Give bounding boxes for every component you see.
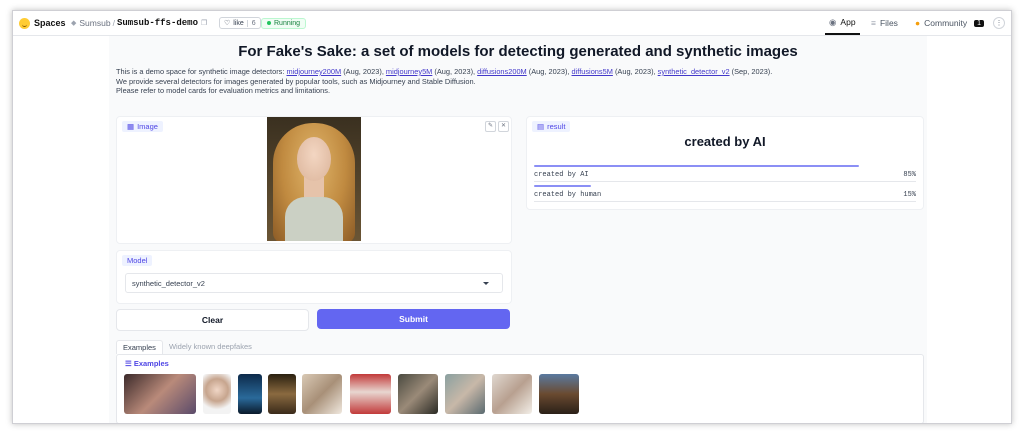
result-row-ai: created by AI 85% — [534, 171, 916, 179]
result-divider — [534, 181, 916, 182]
spaces-label: Spaces — [34, 18, 66, 28]
hf-logo-icon — [19, 17, 30, 29]
tab-deepfakes[interactable]: Widely known deepfakes — [163, 340, 258, 354]
breadcrumb: ◆ Sumsub / Sumsub-ffs-demo ❐ — [71, 11, 207, 35]
description-line-1: This is a demo space for synthetic image… — [116, 67, 773, 76]
spaces-home-link[interactable]: Spaces — [19, 11, 66, 35]
confidence-bar-human — [534, 185, 591, 187]
tab-community[interactable]: ● Community 1 — [915, 11, 985, 35]
result-row-label: created by AI — [534, 171, 589, 179]
image-label: ▦ Image — [122, 121, 163, 132]
submit-button[interactable]: Submit — [317, 309, 510, 329]
confidence-bar-ai — [534, 165, 859, 167]
tab-examples[interactable]: Examples — [116, 340, 163, 354]
chevron-down-icon — [483, 282, 489, 285]
list-icon: ☰ — [125, 359, 134, 368]
browser-frame: Spaces ◆ Sumsub / Sumsub-ffs-demo ❐ ♡ li… — [12, 10, 1012, 424]
clear-image-icon[interactable]: ✕ — [498, 121, 509, 132]
image-label-text: Image — [137, 122, 158, 131]
detector-link[interactable]: midjourney5M — [386, 67, 432, 76]
status-badge: Running — [261, 17, 307, 29]
detector-date: (Sep, 2023). — [731, 67, 773, 76]
heart-icon: ♡ — [224, 20, 231, 27]
result-label-text: result — [547, 122, 566, 131]
community-badge: 1 — [974, 19, 985, 27]
description-line-2: We provide several detectors for images … — [116, 76, 476, 86]
detector-link[interactable]: diffusions5M — [572, 67, 613, 76]
example-thumbnail[interactable] — [268, 374, 296, 414]
image-panel[interactable]: ▦ Image ✎ ✕ — [116, 116, 512, 244]
portrait-dress — [285, 197, 343, 241]
files-icon: ≡ — [871, 18, 876, 28]
result-row-label: created by human — [534, 191, 602, 199]
tab-app-label: App — [840, 17, 856, 27]
more-options-icon: ⋮ — [993, 17, 1005, 29]
result-headline: created by AI — [684, 134, 766, 149]
running-dot-icon — [267, 20, 271, 25]
example-thumbnail[interactable] — [203, 374, 231, 414]
example-thumbnail[interactable] — [124, 374, 196, 414]
more-menu[interactable]: ⋮ — [993, 11, 1005, 35]
detector-link[interactable]: diffusions200M — [477, 67, 527, 76]
example-thumbnail[interactable] — [350, 374, 391, 414]
uploaded-image — [267, 117, 361, 241]
model-dropdown[interactable]: synthetic_detector_v2 — [125, 273, 503, 293]
result-panel: ▤ result created by AI created by AI 85% … — [526, 116, 924, 210]
clear-button[interactable]: Clear — [116, 309, 309, 331]
tab-app[interactable]: ◉ App — [825, 11, 860, 35]
detector-link[interactable]: synthetic_detector_v2 — [658, 67, 730, 76]
detector-link[interactable]: midjourney200M — [286, 67, 341, 76]
result-row-value: 85% — [903, 171, 916, 179]
like-area: ♡ like 6 — [219, 11, 261, 35]
examples-tabs: Examples Widely known deepfakes — [116, 340, 258, 354]
tab-files[interactable]: ≡ Files — [871, 11, 898, 35]
like-count: 6 — [246, 19, 256, 27]
image-icon: ▦ — [127, 122, 135, 131]
app-icon: ◉ — [829, 16, 837, 27]
example-thumbnail[interactable] — [398, 374, 438, 414]
community-icon: ● — [915, 18, 921, 28]
portrait-face — [297, 137, 331, 181]
status-text: Running — [274, 19, 301, 27]
intro-text: This is a demo space for synthetic image… — [116, 67, 287, 76]
example-thumbnail[interactable] — [492, 374, 532, 414]
edit-image-icon[interactable]: ✎ — [485, 121, 496, 132]
tab-community-label: Community — [924, 18, 968, 28]
model-panel: Model synthetic_detector_v2 — [116, 250, 512, 304]
description-line-3: Please refer to model cards for evaluati… — [116, 86, 331, 96]
copy-icon[interactable]: ❐ — [201, 19, 207, 27]
status-area: Running — [261, 11, 307, 35]
org-avatar-icon: ◆ — [71, 20, 77, 27]
org-link[interactable]: Sumsub — [79, 18, 110, 28]
repo-link[interactable]: Sumsub-ffs-demo — [117, 18, 198, 28]
breadcrumb-separator: / — [112, 18, 115, 28]
examples-panel: ☰ Examples — [116, 354, 924, 423]
gradio-app: For Fake's Sake: a set of models for det… — [109, 36, 927, 423]
result-row-human: created by human 15% — [534, 191, 916, 199]
detector-date: (Aug, 2023) — [614, 67, 654, 76]
tab-files-label: Files — [879, 18, 898, 28]
top-bar: Spaces ◆ Sumsub / Sumsub-ffs-demo ❐ ♡ li… — [13, 11, 1011, 36]
detector-date: (Aug, 2023) — [528, 67, 568, 76]
like-label: like — [233, 19, 244, 27]
description: This is a demo space for synthetic image… — [116, 67, 916, 96]
detector-date: (Aug, 2023) — [434, 67, 474, 76]
like-button[interactable]: ♡ like 6 — [219, 17, 261, 29]
result-label: ▤ result — [532, 121, 571, 132]
result-divider — [534, 201, 916, 202]
result-icon: ▤ — [537, 122, 545, 131]
example-thumbnail[interactable] — [302, 374, 342, 414]
examples-label-text: Examples — [133, 359, 169, 368]
examples-label: ☰ Examples — [125, 359, 169, 368]
model-selected-value: synthetic_detector_v2 — [132, 278, 205, 288]
example-thumbnail[interactable] — [238, 374, 262, 414]
result-row-value: 15% — [903, 191, 916, 199]
example-thumbnail[interactable] — [539, 374, 579, 414]
detector-date: (Aug, 2023) — [343, 67, 382, 76]
model-label: Model — [122, 255, 153, 266]
page-title: For Fake's Sake: a set of models for det… — [238, 43, 798, 60]
example-thumbnail[interactable] — [445, 374, 485, 414]
